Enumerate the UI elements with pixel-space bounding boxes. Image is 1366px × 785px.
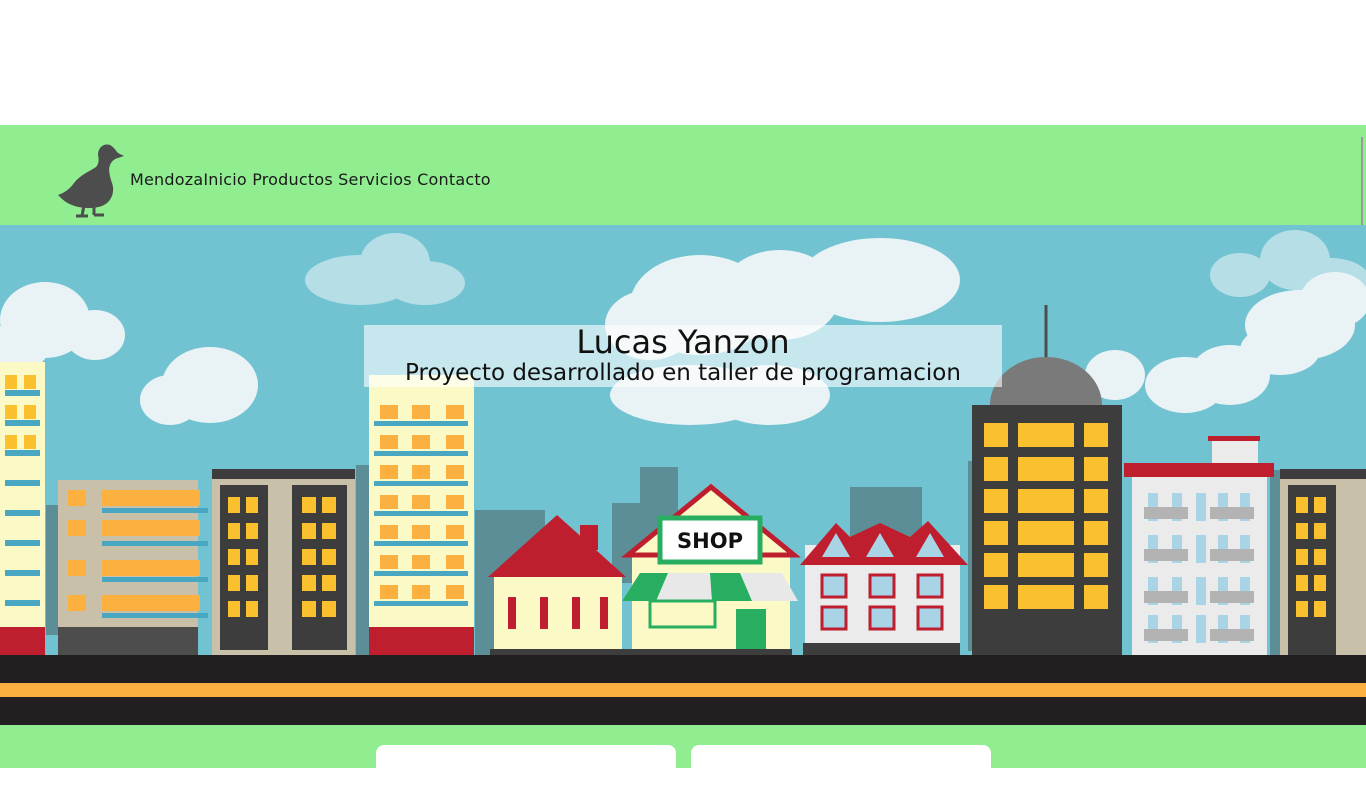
nav-brand[interactable]: Mendoza (130, 170, 203, 189)
top-blank-area (0, 0, 1366, 125)
product-card[interactable] (376, 745, 676, 785)
navbar: MendozaInicio Productos Servicios Contac… (0, 125, 1366, 225)
hero-title: Lucas Yanzon (576, 323, 790, 361)
duck-icon[interactable] (52, 137, 132, 219)
nav-menu: MendozaInicio Productos Servicios Contac… (130, 170, 491, 189)
nav-link-contacto[interactable]: Contacto (417, 170, 491, 189)
product-card[interactable] (691, 745, 991, 785)
hero-subtitle: Proyecto desarrollado en taller de progr… (405, 360, 961, 386)
scrollbar[interactable] (1361, 137, 1363, 237)
nav-link-servicios[interactable]: Servicios (338, 170, 412, 189)
shop-sign: SHOP (677, 529, 743, 553)
hero-banner: SHOP Lucas Yanzon Proyecto desarrollado … (0, 225, 1366, 725)
nav-link-productos[interactable]: Productos (252, 170, 333, 189)
nav-link-inicio[interactable]: Inicio (203, 170, 247, 189)
city-illustration: SHOP (0, 225, 1366, 725)
hero-caption: Lucas Yanzon Proyecto desarrollado en ta… (364, 325, 1002, 387)
content-section (0, 725, 1366, 785)
